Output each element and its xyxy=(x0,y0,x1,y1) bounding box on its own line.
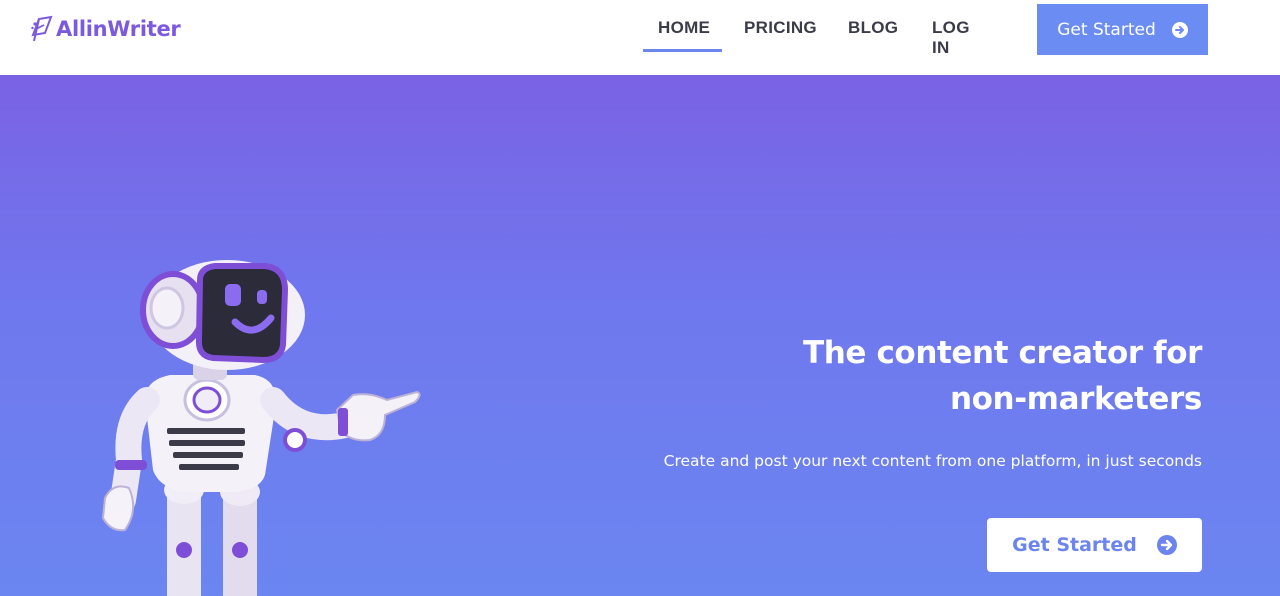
active-nav-indicator xyxy=(643,49,722,52)
nav-login[interactable]: LOG IN xyxy=(932,18,970,58)
header-get-started-label: Get Started xyxy=(1057,19,1156,40)
brand-name: AllinWriter xyxy=(56,17,181,41)
brand-logo[interactable]: AllinWriter xyxy=(30,14,181,44)
site-header: AllinWriter HOME PRICING BLOG LOG IN Get… xyxy=(0,0,1280,75)
hero-headline: The content creator for non-marketers xyxy=(682,330,1202,422)
robot-illustration xyxy=(101,260,421,596)
hero-subtitle: Create and post your next content from o… xyxy=(663,452,1202,470)
hero-headline-line2: non-marketers xyxy=(949,381,1202,417)
arrow-right-circle-icon xyxy=(1171,21,1188,38)
hero-get-started-label: Get Started xyxy=(1012,534,1137,556)
quill-logo-icon xyxy=(31,15,53,42)
nav-pricing[interactable]: PRICING xyxy=(744,18,817,38)
hero-section: The content creator for non-marketers Cr… xyxy=(0,75,1280,596)
header-get-started-button[interactable]: Get Started xyxy=(1037,4,1208,55)
nav-home[interactable]: HOME xyxy=(658,18,710,38)
hero-headline-line1: The content creator for xyxy=(803,335,1202,371)
arrow-right-circle-icon xyxy=(1156,535,1177,555)
hero-get-started-button[interactable]: Get Started xyxy=(987,518,1202,572)
nav-blog[interactable]: BLOG xyxy=(848,18,898,38)
